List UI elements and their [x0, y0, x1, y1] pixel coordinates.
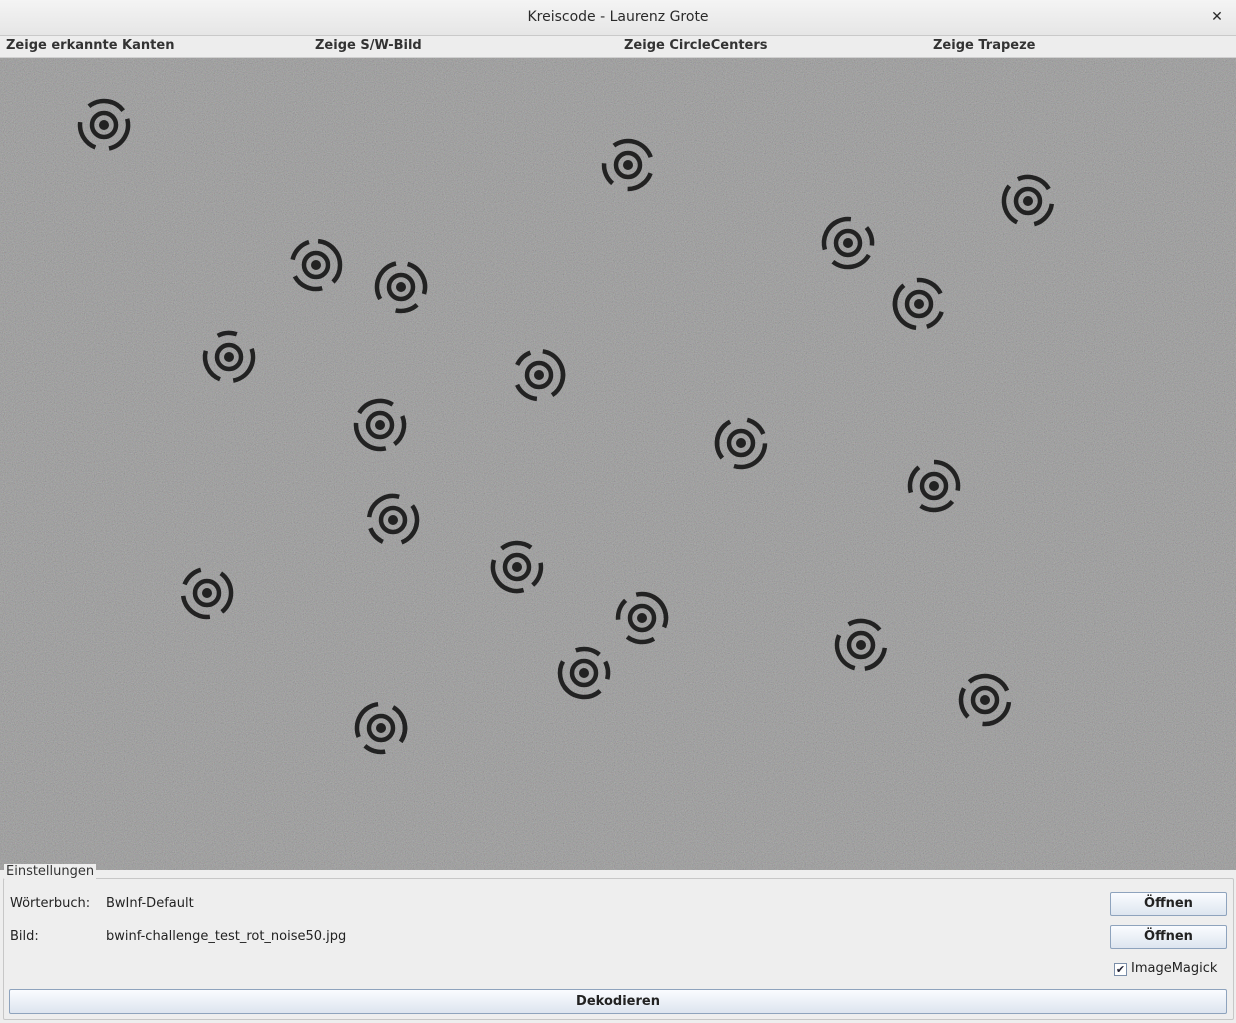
menu-show-trapezoids[interactable]: Zeige Trapeze: [933, 38, 1035, 53]
title-bar: Kreiscode - Laurenz Grote ✕: [0, 0, 1236, 36]
window-title: Kreiscode - Laurenz Grote: [527, 9, 709, 25]
marker-center-dot: [375, 420, 385, 430]
marker-center-dot: [376, 723, 386, 733]
marker-center-dot: [99, 120, 109, 130]
marker-center-dot: [843, 238, 853, 248]
marker-center-dot: [388, 515, 398, 525]
marker-center-dot: [512, 562, 522, 572]
marker-center-dot: [929, 481, 939, 491]
image-svg: [0, 58, 1236, 870]
marker-center-dot: [396, 282, 406, 292]
image-label: Bild:: [10, 929, 39, 944]
marker-code-segment: [505, 586, 525, 594]
marker-center-dot: [1023, 196, 1033, 206]
decode-button[interactable]: Dekodieren: [9, 989, 1227, 1014]
image-filename: bwinf-challenge_test_rot_noise50.jpg: [106, 929, 347, 944]
marker-center-dot: [202, 588, 212, 598]
open-image-button[interactable]: Öffnen: [1110, 925, 1227, 949]
marker-center-dot: [579, 668, 589, 678]
marker-center-dot: [736, 438, 746, 448]
marker-center-dot: [914, 299, 924, 309]
menu-show-bw-image[interactable]: Zeige S/W-Bild: [315, 38, 422, 53]
dictionary-label: Wörterbuch:: [10, 896, 91, 911]
marker-center-dot: [224, 352, 234, 362]
marker-center-dot: [637, 613, 647, 623]
marker-center-dot: [623, 160, 633, 170]
imagemagick-label: ImageMagick: [1131, 961, 1218, 976]
menu-show-edges[interactable]: Zeige erkannte Kanten: [6, 38, 174, 53]
marker-center-dot: [311, 260, 321, 270]
image-canvas: [0, 58, 1236, 870]
marker-center-dot: [534, 370, 544, 380]
menu-show-circle-centers[interactable]: Zeige CircleCenters: [624, 38, 768, 53]
open-dictionary-button[interactable]: Öffnen: [1110, 892, 1227, 916]
noise-layer: [0, 58, 1236, 870]
settings-legend: Einstellungen: [4, 864, 97, 879]
marker-center-dot: [980, 695, 990, 705]
close-icon[interactable]: ✕: [1208, 8, 1226, 26]
menu-bar: Zeige erkannte Kanten Zeige S/W-Bild Zei…: [0, 36, 1236, 58]
imagemagick-checkbox[interactable]: ✔: [1114, 963, 1127, 976]
dictionary-value: BwInf-Default: [106, 896, 194, 911]
marker-center-dot: [856, 640, 866, 650]
